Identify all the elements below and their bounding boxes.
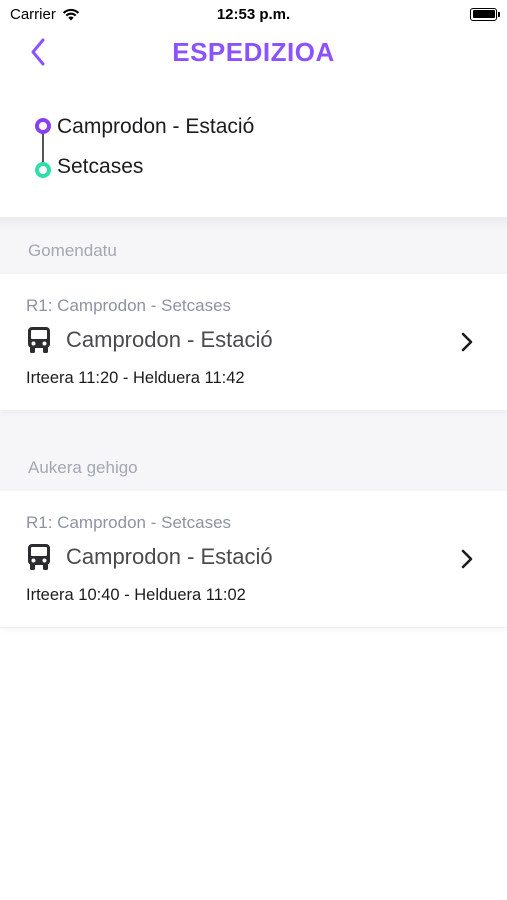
trip-stop-row: Camprodon - Estació bbox=[26, 543, 273, 571]
status-left: Carrier bbox=[10, 6, 80, 23]
trip-card-recommended[interactable]: R1: Camprodon - Setcases Camprodon - Est… bbox=[0, 274, 507, 410]
page-title: ESPEDIZIOA bbox=[172, 36, 335, 67]
trip-stop-row: Camprodon - Estació bbox=[26, 326, 273, 354]
chevron-right-icon[interactable] bbox=[459, 547, 475, 571]
carrier-label: Carrier bbox=[10, 5, 56, 23]
origin-marker-icon bbox=[35, 118, 51, 134]
back-button[interactable] bbox=[22, 36, 54, 68]
section-title-recommended: Gomendatu bbox=[28, 241, 117, 260]
trip-card-option[interactable]: R1: Camprodon - Setcases Camprodon - Est… bbox=[0, 491, 507, 627]
trip-times: Irteera 10:40 - Helduera 11:02 bbox=[26, 586, 246, 604]
destination-marker-icon bbox=[35, 162, 51, 178]
bus-icon bbox=[28, 544, 50, 570]
bus-icon bbox=[28, 327, 50, 353]
nav-bar: ESPEDIZIOA bbox=[0, 28, 507, 76]
route-header: Camprodon - Estació Setcases bbox=[0, 100, 507, 217]
trip-times: Irteera 11:20 - Helduera 11:42 bbox=[26, 369, 245, 387]
trip-stop-name: Camprodon - Estació bbox=[66, 327, 273, 352]
chevron-right-icon[interactable] bbox=[459, 330, 475, 354]
trip-stop-name: Camprodon - Estació bbox=[66, 544, 273, 569]
origin-stop-name: Camprodon - Estació bbox=[57, 115, 255, 138]
battery-icon bbox=[470, 7, 500, 21]
destination-stop-name: Setcases bbox=[57, 155, 144, 178]
trip-route-label: R1: Camprodon - Setcases bbox=[26, 513, 232, 532]
chevron-left-icon bbox=[31, 38, 45, 66]
status-bar: Carrier 12:53 p.m. bbox=[0, 0, 507, 28]
trip-route-label: R1: Camprodon - Setcases bbox=[26, 296, 232, 315]
wifi-icon bbox=[62, 8, 79, 20]
section-title-more-options: Aukera gehigo bbox=[28, 458, 138, 477]
